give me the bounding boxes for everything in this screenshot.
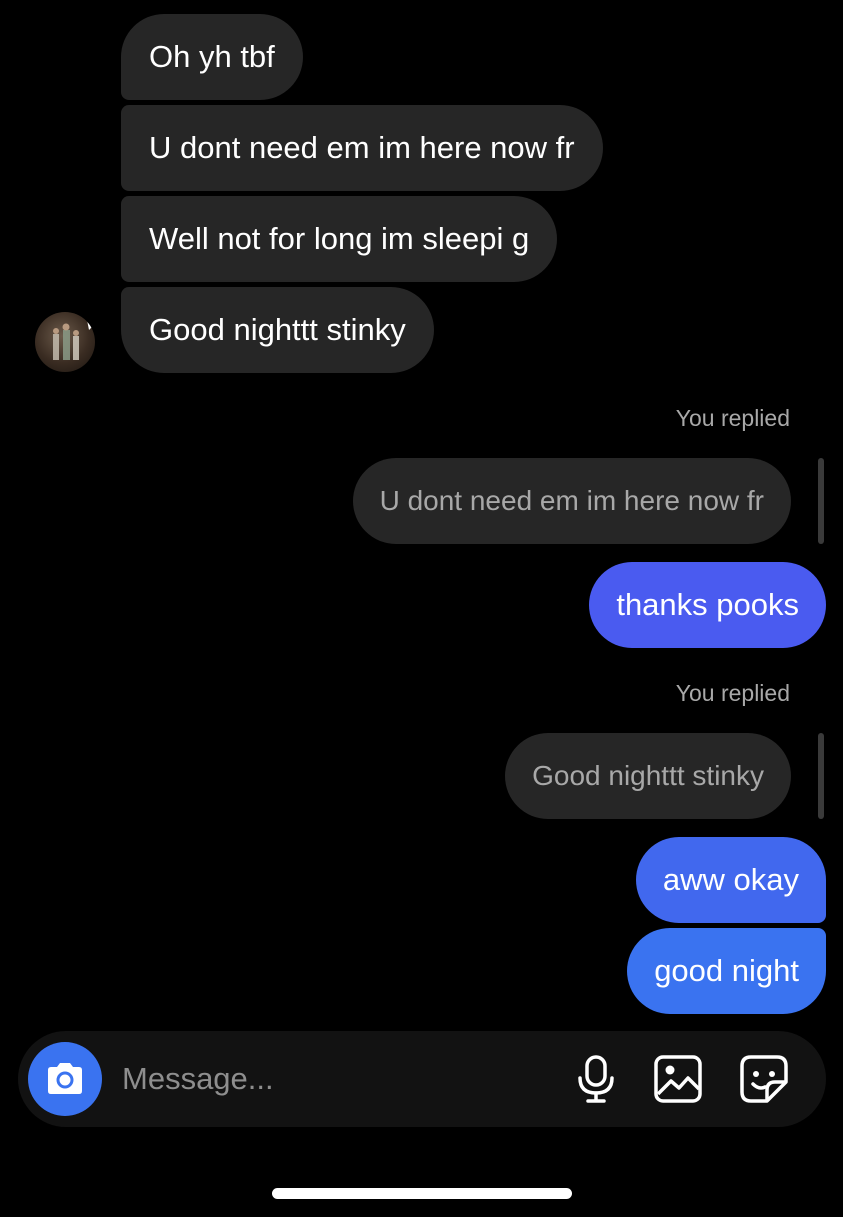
camera-icon xyxy=(48,1063,82,1094)
incoming-message[interactable]: U dont need em im here now fr xyxy=(121,105,603,191)
voice-message-button[interactable] xyxy=(570,1053,622,1105)
reply-label: You replied xyxy=(675,680,790,706)
reply-indicator-bar xyxy=(818,458,824,544)
outgoing-message[interactable]: thanks pooks xyxy=(589,562,826,648)
sticker-icon xyxy=(740,1055,788,1103)
incoming-message[interactable]: Well not for long im sleepi g xyxy=(121,196,558,282)
quoted-text: Good nighttt stinky xyxy=(532,760,764,791)
message-text: good night xyxy=(654,953,799,988)
microphone-icon xyxy=(578,1055,614,1103)
message-text: aww okay xyxy=(662,862,799,897)
reply-label: You replied xyxy=(675,405,790,431)
home-indicator[interactable] xyxy=(272,1188,572,1199)
message-composer xyxy=(18,1031,826,1127)
message-text: U dont need em im here now fr xyxy=(149,130,575,165)
reply-indicator-bar xyxy=(818,733,824,819)
message-text: thanks pooks xyxy=(616,587,799,622)
gallery-icon xyxy=(654,1055,702,1103)
avatar-image xyxy=(53,320,93,360)
message-text: Good nighttt stinky xyxy=(149,312,406,347)
sticker-button[interactable] xyxy=(738,1053,790,1105)
camera-button[interactable] xyxy=(28,1042,102,1116)
sender-avatar[interactable] xyxy=(35,312,95,372)
quoted-message[interactable]: Good nighttt stinky xyxy=(505,733,791,819)
quoted-message[interactable]: U dont need em im here now fr xyxy=(352,458,791,544)
quoted-text: U dont need em im here now fr xyxy=(379,485,764,516)
message-input[interactable] xyxy=(122,1051,542,1107)
outgoing-message[interactable]: good night xyxy=(627,928,826,1014)
incoming-message[interactable]: Oh yh tbf xyxy=(121,14,303,100)
message-text: Oh yh tbf xyxy=(149,39,275,74)
incoming-message[interactable]: Good nighttt stinky xyxy=(121,287,434,373)
message-text: Well not for long im sleepi g xyxy=(149,221,530,256)
outgoing-message[interactable]: aww okay xyxy=(635,837,826,923)
gallery-button[interactable] xyxy=(652,1053,704,1105)
